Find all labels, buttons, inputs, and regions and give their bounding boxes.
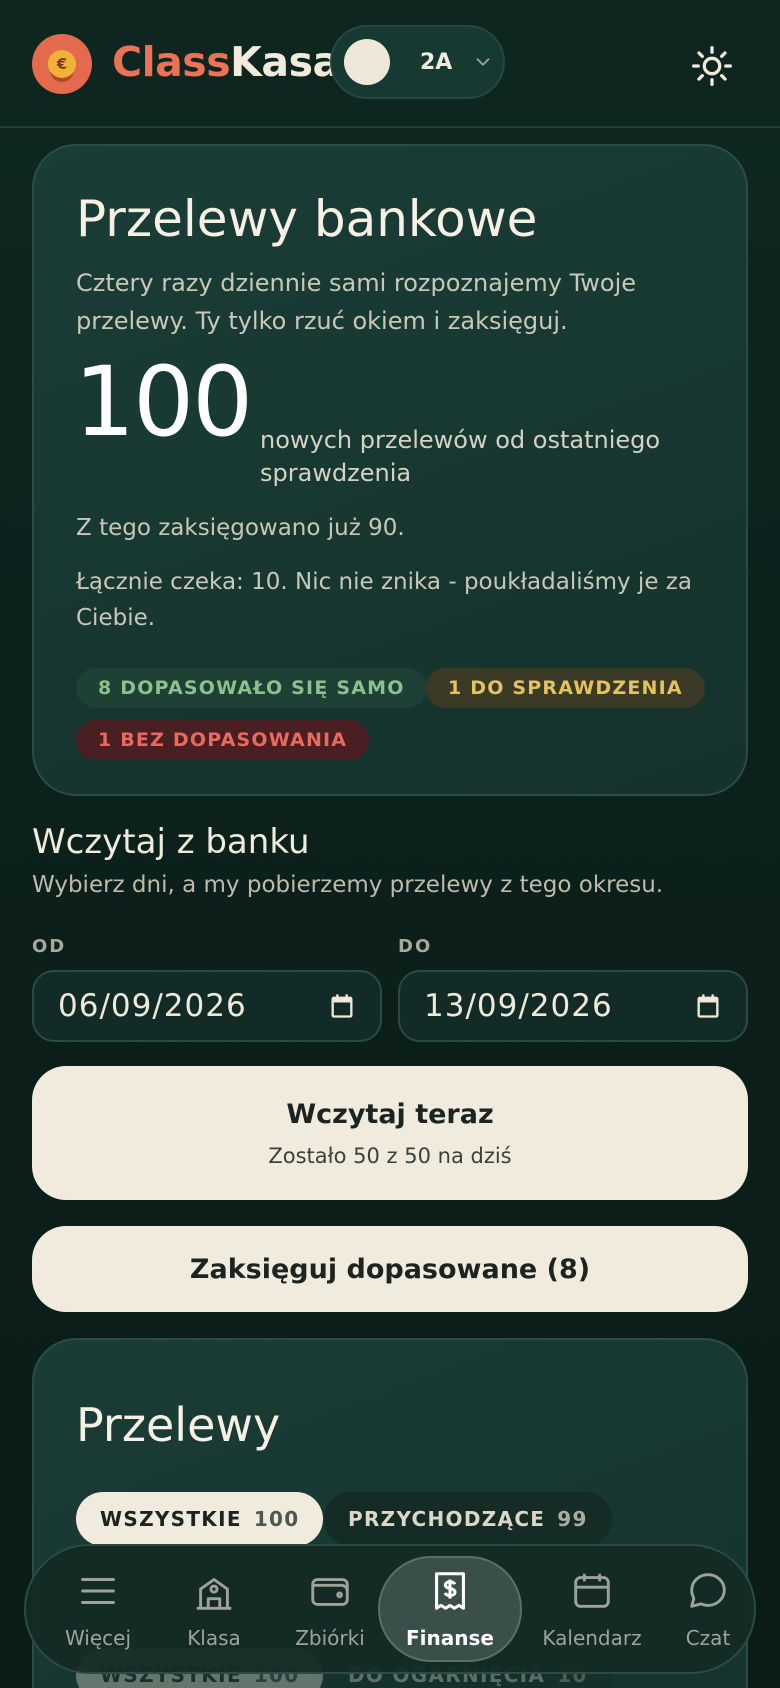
card-title: Przelewy bankowe: [76, 190, 538, 248]
app-brand: ClassKasa: [112, 38, 340, 86]
app-logo[interactable]: €: [32, 34, 92, 94]
transfers-title: Przelewy: [76, 1398, 281, 1452]
class-avatar: [344, 39, 390, 85]
filter-label: WSZYSTKIE: [100, 1507, 242, 1531]
filter-all[interactable]: WSZYSTKIE 100: [76, 1492, 324, 1546]
date-from-label: OD: [32, 936, 67, 957]
nav-label: Kalendarz: [542, 1626, 642, 1650]
nav-label: Więcej: [64, 1626, 132, 1650]
nav-item-calendar[interactable]: Kalendarz: [534, 1546, 650, 1672]
date-to-input[interactable]: 13/09/2026: [398, 970, 748, 1042]
unmatched-badge[interactable]: 1 BEZ DOPASOWANIA: [76, 720, 370, 760]
coin-icon: €: [48, 50, 76, 78]
date-to-label: DO: [398, 936, 433, 957]
new-transfers-label: nowych przelewów od ostatniego sprawdzen…: [260, 426, 661, 487]
sun-icon[interactable]: [690, 44, 734, 88]
load-now-label: Wczytaj teraz: [286, 1098, 494, 1130]
filter-label: PRZYCHODZĄCE: [348, 1507, 546, 1531]
book-matched-button[interactable]: Zaksięguj dopasowane (8): [32, 1226, 748, 1312]
nav-label: Klasa: [187, 1626, 241, 1650]
calendar-icon[interactable]: [328, 992, 356, 1020]
school-icon: [196, 1578, 232, 1610]
chevron-down-icon: [476, 58, 490, 66]
nav-item-more[interactable]: Więcej: [40, 1546, 156, 1672]
import-section-title: Wczytaj z banku: [32, 822, 310, 862]
import-section-subtitle: Wybierz dni, a my pobierzemy przelewy z …: [32, 872, 664, 898]
booked-info: Z tego zaksięgowano już 90.: [76, 515, 405, 541]
class-name: 2A: [420, 49, 453, 75]
top-bar: € ClassKasa 2A: [0, 0, 780, 128]
date-to-value: 13/09/2026: [424, 988, 613, 1024]
brand-part-kasa: Kasa: [230, 38, 340, 86]
nav-item-collections[interactable]: Zbiórki: [272, 1546, 388, 1672]
date-from-input[interactable]: 06/09/2026: [32, 970, 382, 1042]
waiting-info: Łącznie czeka: 10. Nic nie znika - poukł…: [76, 569, 692, 631]
nav-item-finances[interactable]: Finanse: [378, 1556, 522, 1662]
to-check-badge[interactable]: 1 DO SPRAWDZENIA: [426, 668, 705, 708]
receipt-dollar-icon: [435, 1572, 465, 1610]
load-quota-label: Zostało 50 z 50 na dziś: [268, 1143, 512, 1168]
bottom-navigation: Więcej Klasa Zbiórki Finanse Kalendarz C…: [24, 1544, 756, 1674]
calendar-icon[interactable]: [694, 992, 722, 1020]
menu-icon: [81, 1577, 115, 1605]
card-description: Cztery razy dziennie sami rozpoznajemy T…: [76, 269, 637, 335]
nav-item-chat[interactable]: Czat: [650, 1546, 766, 1672]
new-transfers-count: 100: [74, 346, 253, 458]
chat-bubble-icon: [690, 1573, 726, 1608]
filter-incoming[interactable]: PRZYCHODZĄCE 99: [324, 1492, 612, 1546]
calendar-icon: [574, 1573, 610, 1608]
wallet-icon: [311, 1578, 349, 1606]
filter-count: 100: [253, 1507, 300, 1531]
filter-count: 99: [557, 1507, 588, 1531]
nav-label: Zbiórki: [295, 1626, 365, 1650]
bank-transfers-card: Przelewy bankowe Cztery razy dziennie sa…: [32, 144, 748, 796]
brand-part-class: Class: [112, 38, 231, 86]
load-now-button[interactable]: Wczytaj teraz Zostało 50 z 50 na dziś: [32, 1066, 748, 1200]
nav-label: Finanse: [406, 1626, 494, 1650]
matched-badge[interactable]: 8 DOPASOWAŁO SIĘ SAMO: [76, 668, 427, 708]
nav-item-class[interactable]: Klasa: [156, 1546, 272, 1672]
class-switcher[interactable]: 2A: [330, 25, 505, 99]
date-from-value: 06/09/2026: [58, 988, 247, 1024]
nav-label: Czat: [685, 1626, 731, 1650]
